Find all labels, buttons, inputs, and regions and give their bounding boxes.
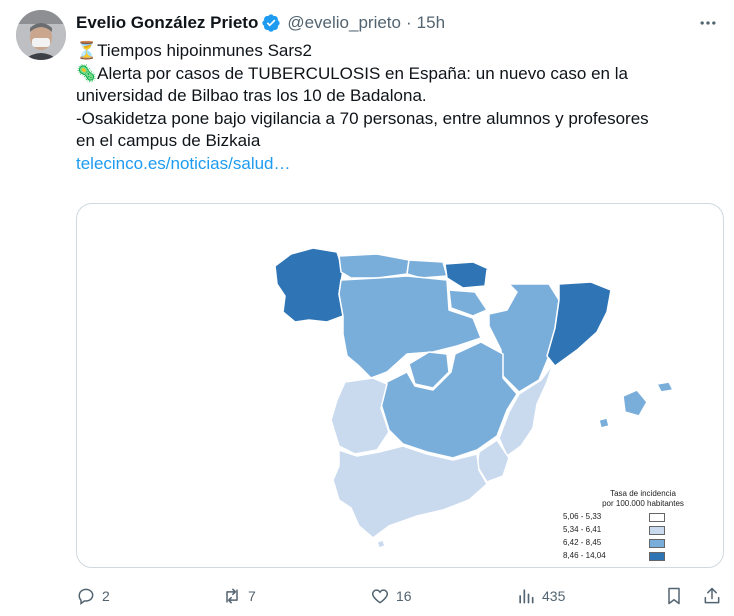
region-baleares-ibiza — [598, 417, 610, 429]
tweet-line: universidad de Bilbao tras los 10 de Bad… — [76, 86, 427, 105]
region-cantabria — [406, 259, 448, 279]
more-dots-icon — [700, 21, 716, 25]
author-display-name[interactable]: Evelio González Prieto — [76, 13, 258, 33]
views-count: 435 — [542, 588, 566, 604]
region-galicia — [274, 247, 344, 323]
region-cataluna — [546, 281, 612, 367]
region-ceuta — [376, 539, 386, 549]
region-pais-vasco — [444, 261, 492, 289]
like-button[interactable]: 16 — [370, 586, 412, 606]
legend-row: 8,46 - 14,04 — [563, 551, 723, 561]
bookmark-button[interactable] — [664, 586, 684, 606]
author-handle[interactable]: @evelio_prieto — [287, 13, 401, 33]
views-chart-icon — [519, 589, 534, 604]
tweet-line: en el campus de Bizkaia — [76, 131, 261, 150]
legend-label: 5,34 - 6,41 — [563, 525, 602, 534]
more-options-button[interactable] — [696, 12, 720, 34]
retweet-button[interactable]: 7 — [222, 586, 256, 606]
bookmark-icon — [668, 587, 680, 605]
tweet-text: ⏳Tiempos hipoinmunes Sars2 🦠Alerta por c… — [76, 40, 716, 175]
legend-label: 5,06 - 5,33 — [563, 512, 602, 521]
legend-swatch — [649, 525, 665, 535]
views-button[interactable]: 435 — [516, 586, 565, 606]
heart-icon — [371, 589, 389, 604]
region-extremadura — [330, 377, 390, 455]
reply-icon — [78, 588, 94, 605]
region-baleares-menorca — [656, 381, 674, 393]
share-button[interactable] — [702, 586, 722, 606]
legend-swatch — [649, 538, 665, 548]
tweet-line: -Osakidetza pone bajo vigilancia a 70 pe… — [76, 108, 649, 128]
action-bar: 2 7 16 435 — [76, 584, 726, 608]
region-baleares — [622, 389, 648, 417]
reply-button[interactable]: 2 — [76, 586, 110, 606]
media-card[interactable]: Tasa de incidencia por 100.000 habitante… — [76, 203, 724, 568]
retweet-icon — [226, 588, 238, 604]
verified-badge-icon — [262, 14, 280, 32]
tweet-link[interactable]: telecinco.es/noticias/salud… — [76, 153, 716, 176]
share-icon — [704, 587, 720, 604]
map-legend: Tasa de incidencia por 100.000 habitante… — [563, 489, 723, 561]
avatar[interactable] — [16, 10, 66, 60]
legend-row: 6,42 - 8,45 — [563, 538, 723, 548]
tweet-line: ⏳Tiempos hipoinmunes Sars2 — [76, 41, 312, 60]
region-andalucia — [332, 445, 488, 539]
tweet-line: 🦠Alerta por casos de TUBERCULOSIS en Esp… — [76, 63, 628, 83]
legend-row: 5,34 - 6,41 — [563, 525, 723, 535]
separator-dot: · — [405, 13, 412, 32]
reply-count: 2 — [102, 588, 110, 604]
like-count: 16 — [396, 588, 412, 604]
legend-swatch — [649, 512, 665, 522]
legend-swatch — [649, 551, 665, 561]
retweet-count: 7 — [248, 588, 256, 604]
tweet-timestamp[interactable]: 15h — [417, 13, 445, 33]
legend-label: 6,42 - 8,45 — [563, 538, 602, 547]
tweet-header: Evelio González Prieto @evelio_prieto · … — [76, 12, 445, 34]
avatar-image — [16, 10, 66, 60]
legend-title-line-1: Tasa de incidencia — [610, 489, 676, 498]
legend-label: 8,46 - 14,04 — [563, 551, 606, 560]
legend-row: 5,06 - 5,33 — [563, 512, 723, 522]
region-asturias — [338, 253, 410, 279]
legend-title-line-2: por 100.000 habitantes — [602, 499, 684, 508]
